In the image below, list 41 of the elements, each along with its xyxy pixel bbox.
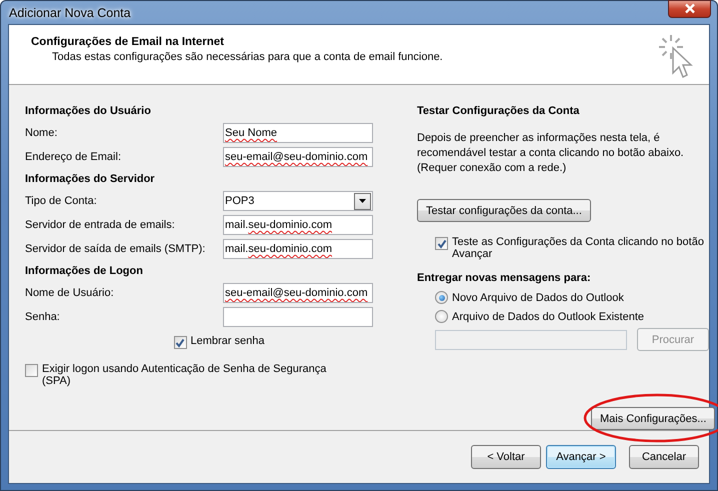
test-settings-button[interactable]: Testar configurações da conta...	[417, 199, 591, 222]
close-button[interactable]	[668, 0, 711, 18]
field-label: Endereço de Email:	[25, 151, 121, 163]
section-heading: Informações do Usuário	[25, 104, 152, 119]
input-field[interactable]: Seu Nome	[223, 123, 373, 143]
close-icon	[684, 3, 696, 14]
input-field[interactable]: seu-email@seu-dominio.com	[223, 283, 373, 303]
wizard-button[interactable]: Cancelar	[629, 445, 699, 469]
radio-button[interactable]	[435, 291, 448, 304]
test-description: Depois de preencher as informações nesta tela, é recomendável testar a conta clicando no botão abaixo. (Requer conexão com a rede.)	[417, 131, 685, 176]
checkbox[interactable]	[25, 364, 38, 377]
checkbox[interactable]	[174, 336, 186, 349]
input-field[interactable]: mail.seu-dominio.com	[223, 239, 373, 259]
section-heading: Entregar novas mensagens para:	[417, 271, 592, 286]
section-heading: Testar Configurações da Conta	[417, 104, 580, 119]
field-label: Nome de Usuário:	[25, 287, 114, 299]
section-heading: Informações do Servidor	[25, 172, 156, 187]
field-label: Servidor de entrada de emails:	[25, 219, 175, 231]
input-field[interactable]: mail.seu-dominio.com	[223, 215, 373, 235]
page-subtitle: Todas estas configurações são necessárias para que a conta de email funcione.	[52, 51, 443, 63]
checkbox-label: Lembrar senha	[190, 335, 264, 347]
section-heading: Informações de Logon	[25, 264, 144, 279]
wizard-button[interactable]: < Voltar	[471, 445, 541, 469]
radio-button[interactable]	[435, 310, 448, 323]
checkbox-label: Exigir logon usando Autenticação de Senha de Segurança (SPA)	[42, 363, 328, 387]
input-field[interactable]: seu-email@seu-dominio.com	[223, 147, 373, 167]
field-label: Tipo de Conta:	[25, 195, 97, 207]
window-title: Adicionar Nova Conta	[9, 6, 131, 20]
field-label: Nome:	[25, 127, 58, 139]
page-title: Configurações de Email na Internet	[31, 36, 225, 48]
radio-label: Novo Arquivo de Dados do Outlook	[452, 292, 624, 304]
radio-label: Arquivo de Dados do Outlook Existente	[452, 310, 644, 322]
password-field[interactable]	[223, 307, 373, 327]
field-label: Senha:	[25, 311, 60, 323]
checkbox-label: Teste as Configurações da Conta clicando no botão Avançar	[452, 236, 705, 260]
caret-icon	[359, 199, 366, 203]
more-settings-button[interactable]: Mais Configurações...	[591, 407, 715, 430]
field-label: Servidor de saída de emails (SMTP):	[25, 243, 206, 255]
account-type-dropdown[interactable]: POP3	[223, 191, 373, 211]
wizard-button[interactable]: Avançar >	[546, 445, 616, 469]
checkbox[interactable]	[435, 237, 448, 250]
